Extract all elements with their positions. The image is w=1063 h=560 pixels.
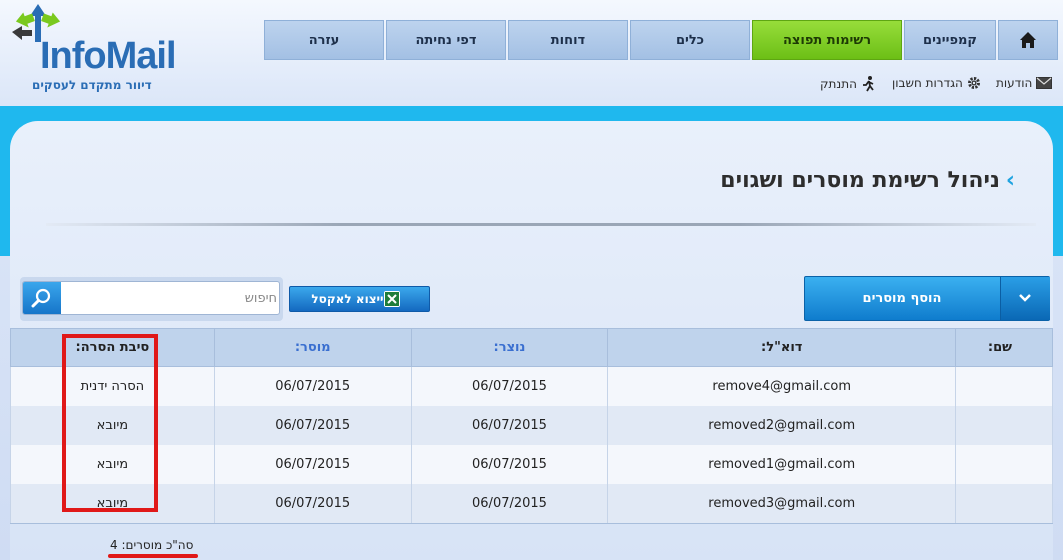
removed-list-table: שם: דוא"ל: נוצר: מוסר: סיבת הסרה: remove… — [10, 328, 1053, 524]
page-title: ›ניהול רשימת מוסרים ושגוים — [720, 168, 1015, 193]
total-count: סה"כ מוסרים: 4 — [110, 538, 194, 552]
search-input[interactable] — [63, 283, 279, 313]
nav-tab-help[interactable]: עזרה — [264, 20, 384, 60]
column-header-name[interactable]: שם: — [955, 328, 1053, 367]
home-icon — [1020, 32, 1036, 48]
cell-removed: 06/07/2015 — [213, 484, 412, 524]
cell-removed: 06/07/2015 — [213, 445, 412, 484]
cell-created: 06/07/2015 — [410, 406, 609, 445]
cell-email: removed1@gmail.com — [607, 445, 957, 484]
logout-link[interactable]: התנתק — [820, 76, 875, 92]
cell-email: removed2@gmail.com — [607, 406, 957, 445]
nav-home[interactable] — [998, 20, 1058, 60]
column-header-removed[interactable]: מוסר: — [213, 328, 412, 367]
cell-removed: 06/07/2015 — [213, 406, 412, 445]
infomail-logo[interactable]: InfoMail דיוור מתקדם לעסקים — [8, 2, 177, 97]
column-header-email[interactable]: דוא"ל: — [607, 328, 957, 367]
reason-column-highlight — [62, 334, 158, 512]
cell-email: removed3@gmail.com — [607, 484, 957, 524]
gear-icon — [967, 77, 980, 89]
messages-link[interactable]: הודעות — [996, 76, 1053, 90]
cell-created: 06/07/2015 — [410, 445, 609, 484]
utility-links: התנתק הגדרות חשבון הודעות — [820, 76, 1056, 96]
account-settings-link[interactable]: הגדרות חשבון — [892, 76, 981, 90]
cell-name — [955, 366, 1053, 406]
cell-name — [955, 445, 1053, 484]
table-row: removed2@gmail.com 06/07/2015 06/07/2015… — [10, 406, 1053, 445]
nav-tab-mailing-lists[interactable]: רשימות תפוצה — [752, 20, 902, 60]
column-header-created[interactable]: נוצר: — [410, 328, 609, 367]
running-man-icon — [862, 76, 874, 92]
envelope-icon — [1036, 77, 1053, 89]
table-row: removed3@gmail.com 06/07/2015 06/07/2015… — [10, 484, 1053, 524]
cell-name — [955, 406, 1053, 445]
total-count-underline — [108, 554, 198, 558]
table-row: removed1@gmail.com 06/07/2015 06/07/2015… — [10, 445, 1053, 484]
title-divider — [46, 223, 1036, 226]
nav-tab-campaigns[interactable]: קמפיינים — [904, 20, 996, 60]
cell-name — [955, 484, 1053, 524]
search-icon — [31, 288, 51, 308]
brand-tagline: דיוור מתקדם לעסקים — [32, 78, 152, 92]
table-row: remove4@gmail.com 06/07/2015 06/07/2015 … — [10, 366, 1053, 406]
nav-tab-tools[interactable]: כלים — [630, 20, 750, 60]
brand-name: InfoMail — [40, 35, 177, 77]
main-nav: עזרה דפי נחיתה דוחות כלים רשימות תפוצה ק… — [264, 20, 1060, 60]
cell-created: 06/07/2015 — [410, 484, 609, 524]
cell-created: 06/07/2015 — [410, 366, 609, 406]
chevron-down-icon — [1019, 294, 1031, 302]
export-excel-button[interactable]: ייצוא לאקסל — [289, 286, 430, 312]
nav-tab-reports[interactable]: דוחות — [508, 20, 628, 60]
search-box — [20, 277, 283, 321]
nav-tab-landing-pages[interactable]: דפי נחיתה — [386, 20, 506, 60]
chevron-right-icon: › — [1005, 168, 1015, 193]
add-dropdown-toggle[interactable] — [1000, 277, 1050, 320]
search-button[interactable] — [23, 282, 61, 314]
excel-icon — [383, 291, 400, 307]
cell-removed: 06/07/2015 — [213, 366, 412, 406]
cell-email: remove4@gmail.com — [607, 366, 957, 406]
add-removed-button[interactable]: הוסף מוסרים — [804, 276, 1050, 321]
